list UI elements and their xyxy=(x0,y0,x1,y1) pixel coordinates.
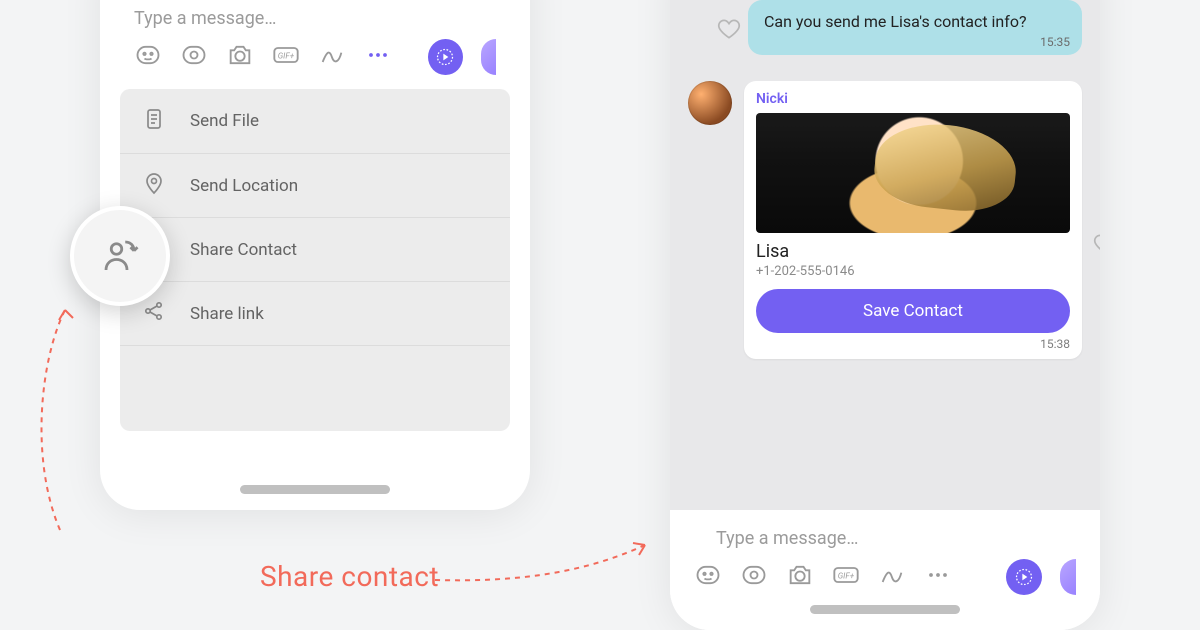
sheet-item-empty xyxy=(120,345,510,431)
voice-message-button[interactable] xyxy=(428,39,463,75)
heart-icon[interactable] xyxy=(716,16,742,42)
camera-icon[interactable] xyxy=(226,41,254,73)
home-indicator xyxy=(240,485,390,494)
more-icon[interactable] xyxy=(364,41,392,73)
arrow-left xyxy=(20,300,90,540)
voice-message-button[interactable] xyxy=(1006,559,1042,595)
outgoing-message-bubble[interactable]: Can you send me Lisa's contact info? 15:… xyxy=(748,0,1082,55)
sheet-label: Share Contact xyxy=(190,240,297,260)
camera-icon[interactable] xyxy=(786,561,814,593)
message-text: Can you send me Lisa's contact info? xyxy=(764,12,1027,31)
contact-card[interactable]: Nicki Lisa +1-202-555-0146 Save Contact … xyxy=(744,81,1082,359)
share-link-icon xyxy=(142,299,166,328)
gif-icon[interactable]: GIF+ xyxy=(832,561,860,593)
sheet-item-send-file[interactable]: Send File xyxy=(120,89,510,153)
sticker-icon[interactable] xyxy=(694,561,722,593)
share-contact-highlight xyxy=(70,206,170,306)
doodle-icon[interactable] xyxy=(878,561,906,593)
share-contact-icon xyxy=(99,235,141,277)
sheet-item-send-location[interactable]: Send Location xyxy=(120,153,510,217)
message-input[interactable]: Type a message… xyxy=(112,8,518,29)
message-timestamp: 15:38 xyxy=(756,337,1070,351)
file-icon xyxy=(142,107,166,136)
contact-phone: +1-202-555-0146 xyxy=(756,264,1070,279)
avatar-peek xyxy=(481,39,496,75)
attachment-icon-row: GIF+ xyxy=(112,29,518,89)
phone-right: 15:35 Can you send me Lisa's contact inf… xyxy=(670,0,1100,630)
sheet-label: Send File xyxy=(190,111,259,131)
sender-name: Nicki xyxy=(756,91,1070,107)
avatar-peek xyxy=(1060,559,1076,595)
attachment-sheet: Send File Send Location Share Contact Sh… xyxy=(120,89,510,431)
save-contact-button[interactable]: Save Contact xyxy=(756,289,1070,333)
sticker-icon[interactable] xyxy=(134,41,162,73)
attachment-icon-row: GIF+ xyxy=(694,549,1076,595)
location-icon xyxy=(142,171,166,200)
message-timestamp: 15:35 xyxy=(1040,35,1070,49)
message-input[interactable]: Type a message… xyxy=(694,528,1076,549)
gif-icon[interactable]: GIF+ xyxy=(272,41,300,73)
arrow-right xyxy=(430,530,660,590)
gallery-icon[interactable] xyxy=(180,41,208,73)
sheet-item-share-contact[interactable]: Share Contact xyxy=(120,217,510,281)
sheet-label: Share link xyxy=(190,304,264,324)
svg-text:GIF+: GIF+ xyxy=(838,571,855,581)
home-indicator xyxy=(810,605,960,614)
gallery-icon[interactable] xyxy=(740,561,768,593)
doodle-icon[interactable] xyxy=(318,41,346,73)
more-icon[interactable] xyxy=(924,561,952,593)
contact-photo xyxy=(756,113,1070,233)
heart-icon[interactable] xyxy=(1092,231,1100,261)
sender-avatar[interactable] xyxy=(688,81,732,125)
sheet-label: Send Location xyxy=(190,176,298,196)
sheet-item-share-link[interactable]: Share link xyxy=(120,281,510,345)
figure-caption: Share contact xyxy=(260,560,439,593)
contact-name: Lisa xyxy=(756,241,1070,262)
svg-text:GIF+: GIF+ xyxy=(278,51,295,61)
chat-scroll-area[interactable]: 15:35 Can you send me Lisa's contact inf… xyxy=(670,0,1100,510)
